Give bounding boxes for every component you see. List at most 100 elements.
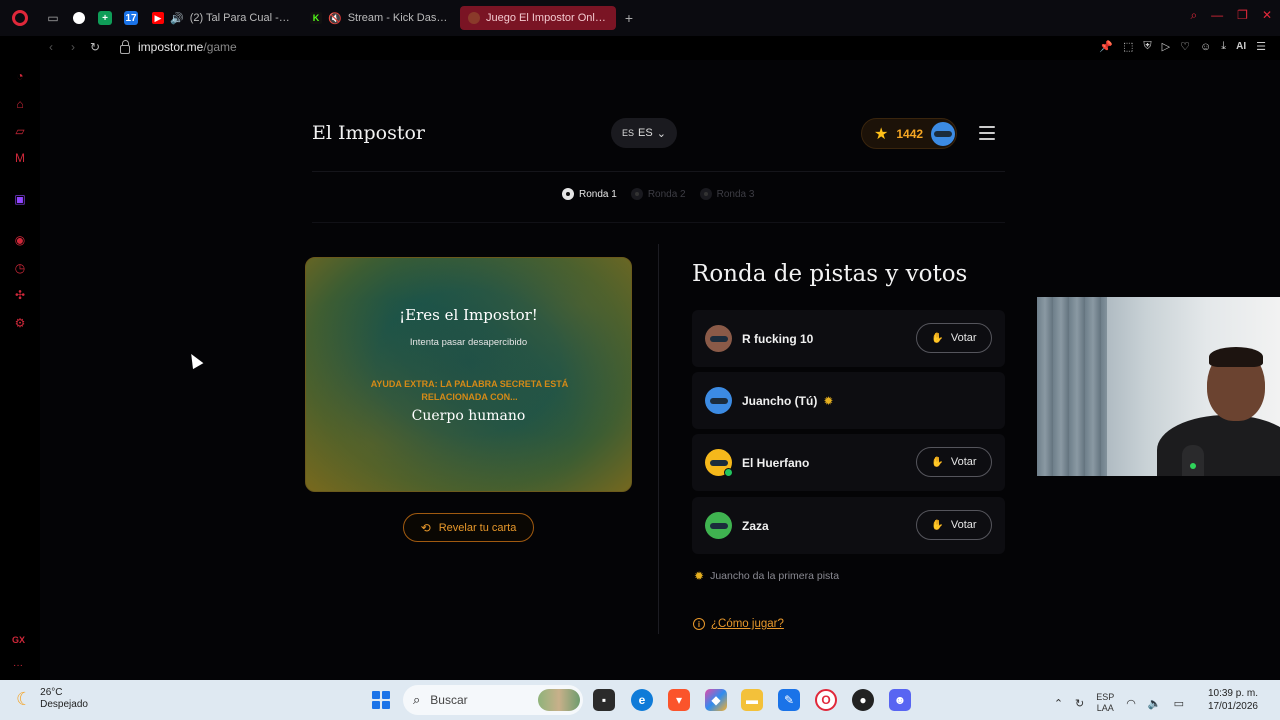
lock-icon[interactable] [120, 39, 130, 54]
role-card: ¡Eres el Impostor! Intenta pasar desaper… [305, 257, 632, 492]
youtube-icon: ▶ [152, 12, 164, 24]
extra-help-text: AYUDA EXTRA: LA PALABRA SECRETA ESTÁ REL… [370, 379, 569, 402]
sidebar-extension-icon[interactable]: ▱ [12, 123, 28, 139]
hand-icon: ✋ [931, 332, 944, 344]
sidebar-mail-icon[interactable]: M [12, 150, 28, 166]
pinned-tab-circle[interactable] [66, 5, 92, 31]
new-tab-button[interactable]: + [618, 10, 640, 26]
brand-title[interactable]: El Impostor [312, 122, 425, 144]
chevron-up-icon[interactable]: ⌃ [1054, 697, 1063, 710]
obs-icon[interactable]: ● [852, 689, 874, 711]
ai-button[interactable]: AI [1236, 41, 1246, 52]
hamburger-menu-icon[interactable] [979, 126, 995, 144]
sidebar-extensions-icon[interactable]: ✣ [12, 287, 28, 303]
column-divider [658, 244, 659, 634]
vote-button[interactable]: ✋ Votar [916, 323, 992, 353]
task-view-icon[interactable]: ▪ [593, 689, 615, 711]
round-label: Ronda 3 [716, 188, 755, 200]
windows-taskbar: ☾ 26°C Despejado ⌕ Buscar ▪ e ▾ ◆ ▬ ✎ O … [0, 680, 1280, 720]
volume-icon[interactable]: 🔈 [1148, 697, 1162, 710]
minimize-icon[interactable]: — [1211, 8, 1223, 23]
download-icon[interactable]: ⤓ [1221, 40, 1226, 53]
turn-note: ✹ Juancho da la primera pista [694, 569, 839, 583]
pinned-tab-calendar[interactable]: 17 [118, 5, 144, 31]
maximize-icon[interactable]: ❐ [1237, 8, 1248, 23]
pinned-tab-sheets[interactable]: + [92, 5, 118, 31]
weather-widget[interactable]: ☾ 26°C Despejado [16, 687, 88, 711]
clock[interactable]: 10:39 p. m. 17/01/2026 [1208, 687, 1258, 713]
easy-setup-icon[interactable]: ☰ [1256, 40, 1266, 53]
url-host: impostor.me [138, 40, 204, 54]
sidebar-more-icon[interactable]: ··· [13, 660, 23, 671]
star-icon: ★ [874, 125, 889, 143]
vote-label: Votar [950, 456, 977, 468]
tab-youtube[interactable]: ▶ 🔊 (2) Tal Para Cual - de la [144, 6, 300, 30]
tab-impostor[interactable]: Juego El Impostor Online - [460, 6, 616, 30]
round-label: Ronda 2 [647, 188, 686, 200]
clock-date: 17/01/2026 [1207, 701, 1258, 712]
shield-icon[interactable]: ⛨ [1143, 40, 1151, 53]
language-line-2: LAA [1096, 703, 1114, 713]
app-icon[interactable]: ✎ [778, 689, 800, 711]
sidebar-aria-icon[interactable]: ⌂ [12, 96, 28, 112]
sidebar-player-icon[interactable]: ◉ [12, 232, 28, 248]
vote-label: Votar [950, 519, 977, 531]
copilot-icon[interactable]: ◆ [705, 689, 727, 711]
sun-icon: ✹ [694, 569, 705, 583]
url-field[interactable]: impostor.me/game [138, 40, 237, 54]
back-button[interactable]: ‹ [40, 40, 62, 54]
reveal-card-button[interactable]: ⟲ Revelar tu carta [403, 513, 534, 542]
sidebar-twitch-icon[interactable]: ▣ [12, 191, 28, 207]
round-step-3: Ronda 3 [699, 188, 755, 200]
score-badge[interactable]: ★ 1442 [861, 118, 957, 149]
gx-icon[interactable]: GX [12, 635, 25, 645]
wifi-icon[interactable]: ◠ [1126, 697, 1136, 710]
language-selector[interactable]: ES ES ⌄ [611, 118, 677, 148]
vote-button[interactable]: ✋ Votar [916, 510, 992, 540]
forward-button[interactable]: › [62, 40, 84, 54]
muted-speaker-icon[interactable]: 🔇 [328, 12, 342, 25]
speaker-icon[interactable]: 🔊 [170, 12, 184, 25]
heart-icon[interactable]: ♡ [1180, 40, 1190, 53]
opera-gx-icon[interactable]: O [815, 689, 837, 711]
sidebar-speed-dial-icon[interactable]: ◔ [12, 68, 28, 84]
workspaces-icon[interactable]: ▭ [40, 5, 66, 31]
tab-kick[interactable]: K 🔇 Stream - Kick Dashboard [302, 6, 458, 30]
search-placeholder: Buscar [430, 693, 468, 707]
rounds-divider [312, 222, 1005, 223]
player-avatar-icon [705, 512, 732, 539]
vote-button[interactable]: ✋ Votar [916, 447, 992, 477]
play-icon[interactable]: ▷ [1162, 40, 1170, 53]
edge-icon[interactable]: e [631, 689, 653, 711]
battery-icon[interactable]: ▭ [1174, 697, 1184, 710]
reload-button[interactable]: ↻ [84, 40, 106, 54]
search-highlight-image [538, 689, 580, 711]
profile-icon[interactable]: ☺ [1200, 41, 1211, 53]
sync-icon[interactable]: ↻ [1075, 697, 1084, 710]
system-tray: ⌃ ↻ ESP LAA ◠ 🔈 ▭ [1054, 692, 1184, 714]
brave-icon[interactable]: ▾ [668, 689, 690, 711]
player-row-self: Juancho (Tú) ✹ [692, 372, 1005, 429]
opera-logo-icon[interactable] [0, 0, 40, 36]
windows-start-icon[interactable] [372, 691, 390, 709]
address-bar: ‹ › ↻ impostor.me/game 📌 ⬚ ⛨ ▷ ♡ ☺ ⤓ AI … [0, 36, 1280, 58]
kick-icon: K [310, 12, 322, 24]
taskbar-search[interactable]: ⌕ Buscar [403, 685, 583, 715]
file-explorer-icon[interactable]: ▬ [741, 689, 763, 711]
browser-sidebar: ◔ ⌂ ▱ M ▣ ◉ ◷ ✣ ⚙ GX ··· [0, 60, 40, 680]
address-bar-tools: 📌 ⬚ ⛨ ▷ ♡ ☺ ⤓ AI ☰ [1099, 40, 1266, 53]
close-icon[interactable]: ✕ [1262, 8, 1272, 23]
vote-label: Votar [950, 332, 977, 344]
how-to-play-link[interactable]: i ¿Cómo jugar? [693, 618, 784, 630]
sidebar-settings-icon[interactable]: ⚙ [12, 315, 28, 331]
player-row: Zaza ✋ Votar [692, 497, 1005, 554]
search-icon: ⌕ [413, 692, 421, 707]
input-language[interactable]: ESP LAA [1096, 692, 1114, 714]
pin-icon[interactable]: 📌 [1099, 40, 1113, 53]
score-value: 1442 [896, 126, 924, 141]
snapshot-icon[interactable]: ⬚ [1123, 40, 1133, 53]
discord-icon[interactable]: ☻ [889, 689, 911, 711]
search-tabs-icon[interactable]: ⌕ [1190, 8, 1197, 23]
sidebar-history-icon[interactable]: ◷ [12, 260, 28, 276]
es-flag-icon: ES [622, 128, 635, 138]
